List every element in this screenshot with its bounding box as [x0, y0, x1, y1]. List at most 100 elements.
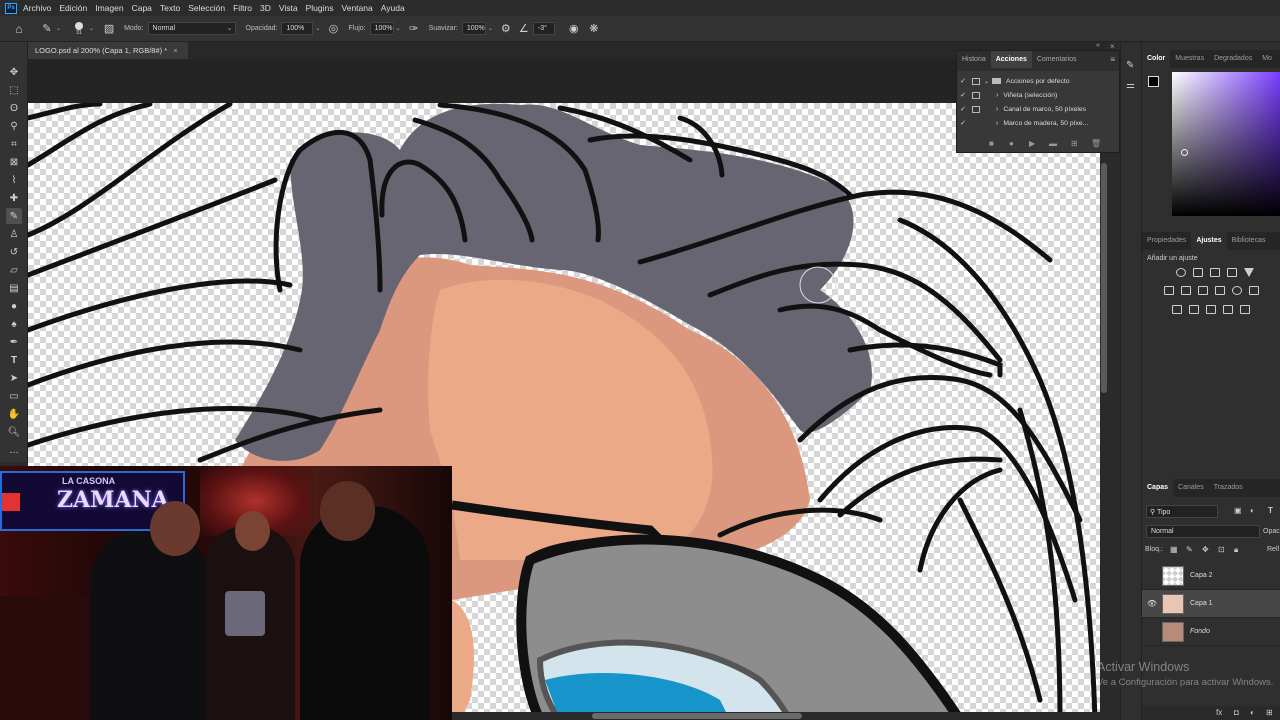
quick-select-tool-icon[interactable]: ⚲: [6, 118, 22, 134]
pressure-size-icon[interactable]: ◉: [567, 22, 581, 36]
stop-icon[interactable]: ■: [989, 139, 994, 148]
posterize-icon[interactable]: [1189, 305, 1199, 314]
layer-row-capa-1[interactable]: 👁︎ Capa 1: [1142, 590, 1280, 618]
lock-move-icon[interactable]: ✥: [1202, 545, 1209, 554]
dialog-toggle-icon[interactable]: [972, 105, 980, 113]
horizontal-scrollbar[interactable]: [452, 712, 1102, 720]
tab-trazados[interactable]: Trazados: [1209, 479, 1248, 497]
fx-icon[interactable]: fx: [1216, 708, 1222, 717]
tab-color[interactable]: Color: [1142, 50, 1171, 68]
menu-capa[interactable]: Capa: [132, 3, 152, 13]
gradient-map-icon[interactable]: [1223, 305, 1233, 314]
tab-ajustes[interactable]: Ajustes: [1191, 232, 1227, 250]
invert-icon[interactable]: [1172, 305, 1182, 314]
foreground-color-swatch[interactable]: [1148, 76, 1159, 87]
play-icon[interactable]: ▶: [1029, 139, 1035, 148]
record-icon[interactable]: ●: [1009, 139, 1014, 148]
type-tool-icon[interactable]: T: [6, 352, 22, 368]
symmetry-icon[interactable]: ❋: [587, 22, 601, 36]
color-picker-field[interactable]: [1172, 72, 1280, 216]
layer-row-fondo[interactable]: Fondo: [1142, 618, 1280, 646]
check-icon[interactable]: ✓: [957, 91, 969, 99]
eyedropper-tool-icon[interactable]: ⌇: [6, 172, 22, 188]
menu-3d[interactable]: 3D: [260, 3, 271, 13]
brush-settings-panel-icon[interactable]: ✎: [1126, 60, 1134, 71]
home-icon[interactable]: ⌂: [12, 22, 26, 36]
menu-filtro[interactable]: Filtro: [233, 3, 252, 13]
menu-plugins[interactable]: Plugins: [306, 3, 334, 13]
brightness-icon[interactable]: [1176, 268, 1186, 277]
menu-vista[interactable]: Vista: [279, 3, 298, 13]
expand-chevron-icon[interactable]: ⌄: [984, 78, 989, 85]
close-panel-icon[interactable]: ×: [1110, 42, 1115, 51]
dialog-toggle-icon[interactable]: [972, 77, 980, 85]
action-row-marco[interactable]: ✓ › Marco de madera, 50 píxe...: [957, 116, 1107, 130]
frame-tool-icon[interactable]: ⊠: [6, 154, 22, 170]
levels-icon[interactable]: [1193, 268, 1203, 277]
brush-preset-icon[interactable]: ✎: [40, 22, 54, 36]
marquee-tool-icon[interactable]: ⬚: [6, 82, 22, 98]
threshold-icon[interactable]: [1206, 305, 1216, 314]
layer-filter-select[interactable]: ⚲ Tipo: [1146, 505, 1218, 518]
close-tab-icon[interactable]: ×: [173, 46, 177, 55]
tab-acciones[interactable]: Acciones: [990, 51, 1032, 68]
blend-mode-select[interactable]: Normal: [1146, 525, 1260, 538]
smoothing-gear-icon[interactable]: ⚙: [499, 22, 513, 36]
exposure-icon[interactable]: [1227, 268, 1237, 277]
expand-chevron-icon[interactable]: ›: [996, 120, 998, 127]
tab-muestras[interactable]: Muestras: [1170, 50, 1209, 68]
color-balance-icon[interactable]: [1181, 286, 1191, 295]
lock-transparent-icon[interactable]: ▦: [1170, 545, 1178, 554]
airbrush-icon[interactable]: ✑: [407, 22, 421, 36]
tab-degradados[interactable]: Degradados: [1209, 50, 1257, 68]
expand-chevron-icon[interactable]: ›: [996, 106, 998, 113]
opacity-field[interactable]: 100%: [281, 22, 314, 35]
black-white-icon[interactable]: [1198, 286, 1208, 295]
rectangle-tool-icon[interactable]: ▭: [6, 388, 22, 404]
brush-size-picker[interactable]: 31: [71, 21, 87, 36]
menu-texto[interactable]: Texto: [160, 3, 180, 13]
lock-paint-icon[interactable]: ✎: [1186, 545, 1193, 554]
lock-all-icon[interactable]: 🔒︎: [1234, 545, 1238, 555]
channel-mixer-icon[interactable]: [1232, 286, 1242, 295]
new-set-folder-icon[interactable]: ▬: [1049, 139, 1057, 148]
brush-tool-icon[interactable]: ✎: [6, 208, 22, 224]
brush-menu-chevron-icon[interactable]: ⌄: [56, 25, 61, 32]
hue-saturation-icon[interactable]: [1164, 286, 1174, 295]
tab-canales[interactable]: Canales: [1173, 479, 1209, 497]
flow-field[interactable]: 100%: [369, 22, 394, 35]
brush-size-chevron-icon[interactable]: ⌄: [89, 25, 94, 32]
angle-field[interactable]: -3°: [532, 22, 555, 35]
opacity-chevron-icon[interactable]: ⌄: [315, 25, 320, 32]
new-action-icon[interactable]: ⊞: [1071, 139, 1078, 148]
zoom-tool-icon[interactable]: 🔍︎: [6, 424, 22, 440]
adjustment-layer-icon[interactable]: ◐: [1250, 708, 1255, 717]
new-layer-icon[interactable]: ⊞: [1266, 708, 1273, 717]
gradient-tool-icon[interactable]: ▤: [6, 280, 22, 296]
curves-icon[interactable]: [1210, 268, 1220, 277]
more-tools-icon[interactable]: …: [6, 442, 22, 458]
stamp-tool-icon[interactable]: ♙: [6, 226, 22, 242]
layer-row-capa-2[interactable]: Capa 2: [1142, 562, 1280, 590]
smooth-field[interactable]: 100%: [461, 22, 486, 35]
pen-tool-icon[interactable]: ✒: [6, 334, 22, 350]
panel-menu-icon[interactable]: ≡: [1110, 55, 1115, 64]
eye-icon[interactable]: 👁︎: [1144, 599, 1160, 608]
action-row-canal[interactable]: ✓ › Canal de marco, 50 píxeles: [957, 102, 1107, 116]
mask-icon[interactable]: ◘: [1234, 708, 1239, 717]
lock-artboard-icon[interactable]: ⊡: [1218, 545, 1225, 554]
photo-filter-icon[interactable]: [1215, 286, 1225, 295]
color-lookup-icon[interactable]: [1249, 286, 1259, 295]
tab-propiedades[interactable]: Propiedades: [1142, 232, 1191, 250]
menu-ayuda[interactable]: Ayuda: [381, 3, 405, 13]
pressure-opacity-icon[interactable]: ◎: [326, 22, 340, 36]
delete-icon[interactable]: 🗑︎: [1091, 139, 1101, 148]
eraser-tool-icon[interactable]: ▱: [6, 262, 22, 278]
menu-ventana[interactable]: Ventana: [342, 3, 373, 13]
hand-tool-icon[interactable]: ✋: [6, 406, 22, 422]
check-icon[interactable]: ✓: [957, 77, 969, 85]
menu-imagen[interactable]: Imagen: [95, 3, 123, 13]
dialog-toggle-icon[interactable]: [972, 91, 980, 99]
blur-tool-icon[interactable]: ●: [6, 298, 22, 314]
vertical-scrollbar[interactable]: [1100, 103, 1108, 720]
